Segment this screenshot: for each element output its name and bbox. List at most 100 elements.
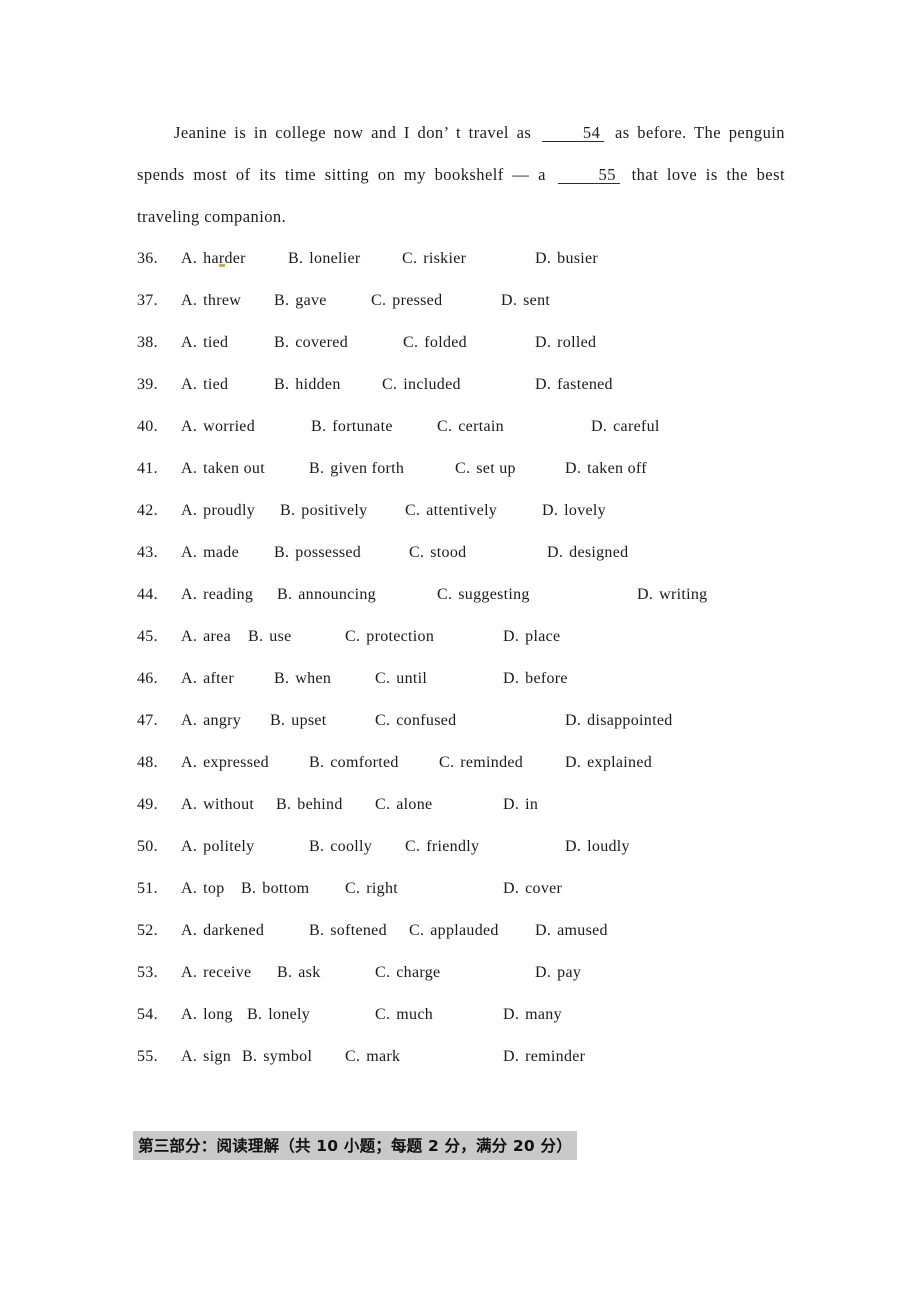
option-choice[interactable]: B. fortunate: [311, 406, 393, 448]
option-choice[interactable]: C. alone: [375, 784, 432, 826]
option-choice[interactable]: C. protection: [345, 616, 434, 658]
option-text: area: [203, 628, 231, 645]
option-choice[interactable]: C. until: [375, 658, 427, 700]
option-choice[interactable]: C. much: [375, 994, 433, 1036]
option-choice[interactable]: B. hidden: [274, 364, 341, 406]
option-choice[interactable]: C. stood: [409, 532, 466, 574]
option-choice[interactable]: C. attentively: [405, 490, 497, 532]
option-choice[interactable]: A. expressed: [181, 742, 269, 784]
option-text: gave: [295, 292, 327, 309]
section-three-heading: 第三部分：阅读理解（共 10 小题；每题 2 分，满分 20 分）: [133, 1131, 577, 1160]
option-text: ask: [298, 964, 321, 981]
option-choice[interactable]: C. certain: [437, 406, 504, 448]
option-text: hidden: [295, 376, 341, 393]
option-choice[interactable]: B. positively: [280, 490, 367, 532]
option-choice[interactable]: C. confused: [375, 700, 456, 742]
question-number: 46.: [137, 670, 158, 687]
option-label: C.: [382, 376, 398, 393]
option-choice[interactable]: C. riskier: [402, 238, 466, 280]
option-choice[interactable]: B. upset: [270, 700, 327, 742]
question-number: 50.: [137, 838, 158, 855]
option-choice[interactable]: C. applauded: [409, 910, 499, 952]
question-row: 54. A. long B. lonely C. much D. many: [137, 994, 837, 1036]
option-choice[interactable]: D. writing: [637, 574, 707, 616]
option-choice[interactable]: A. politely: [181, 826, 254, 868]
option-choice[interactable]: A. after: [181, 658, 234, 700]
option-choice[interactable]: A. harder: [181, 238, 246, 280]
option-choice[interactable]: C. reminded: [439, 742, 523, 784]
option-choice[interactable]: D. busier: [535, 238, 598, 280]
option-choice[interactable]: C. pressed: [371, 280, 442, 322]
option-choice[interactable]: C. charge: [375, 952, 440, 994]
option-label: C.: [375, 712, 391, 729]
option-choice[interactable]: A. taken out: [181, 448, 265, 490]
option-choice[interactable]: B. comforted: [309, 742, 399, 784]
option-label: D.: [565, 754, 582, 771]
option-text: taken out: [203, 460, 265, 477]
option-choice[interactable]: C. friendly: [405, 826, 479, 868]
option-choice[interactable]: D. taken off: [565, 448, 647, 490]
option-choice[interactable]: D. loudly: [565, 826, 630, 868]
option-choice[interactable]: B. given forth: [309, 448, 404, 490]
question-number: 38.: [137, 334, 158, 351]
option-choice[interactable]: D. place: [503, 616, 560, 658]
option-choice[interactable]: A. without: [181, 784, 254, 826]
option-choice[interactable]: A. tied: [181, 364, 228, 406]
option-choice[interactable]: A. worried: [181, 406, 255, 448]
option-label: A.: [181, 880, 198, 897]
option-choice[interactable]: B. covered: [274, 322, 348, 364]
option-choice[interactable]: D. careful: [591, 406, 660, 448]
option-choice[interactable]: B. when: [274, 658, 331, 700]
option-choice[interactable]: B. lonelier: [288, 238, 361, 280]
option-choice[interactable]: D. disappointed: [565, 700, 673, 742]
option-choice[interactable]: B. use: [248, 616, 292, 658]
option-choice[interactable]: D. cover: [503, 868, 562, 910]
option-choice[interactable]: D. lovely: [542, 490, 606, 532]
option-choice[interactable]: D. in: [503, 784, 538, 826]
option-choice[interactable]: A. tied: [181, 322, 228, 364]
option-choice[interactable]: C. right: [345, 868, 398, 910]
option-choice[interactable]: B. lonely: [247, 994, 310, 1036]
option-choice[interactable]: B. gave: [274, 280, 327, 322]
option-choice[interactable]: D. designed: [547, 532, 628, 574]
option-label: A.: [181, 838, 198, 855]
option-choice[interactable]: C. mark: [345, 1036, 400, 1078]
option-choice[interactable]: B. softened: [309, 910, 387, 952]
option-choice[interactable]: B. ask: [277, 952, 321, 994]
option-choice[interactable]: A. angry: [181, 700, 241, 742]
option-choice[interactable]: D. rolled: [535, 322, 596, 364]
option-choice[interactable]: C. suggesting: [437, 574, 530, 616]
option-choice[interactable]: D. fastened: [535, 364, 613, 406]
option-choice[interactable]: C. folded: [403, 322, 467, 364]
option-choice[interactable]: D. many: [503, 994, 562, 1036]
option-label: B.: [274, 334, 290, 351]
option-choice[interactable]: B. coolly: [309, 826, 372, 868]
option-choice[interactable]: A. receive: [181, 952, 251, 994]
option-choice[interactable]: D. pay: [535, 952, 581, 994]
option-choice[interactable]: D. before: [503, 658, 568, 700]
option-choice[interactable]: A. area: [181, 616, 231, 658]
option-choice[interactable]: D. explained: [565, 742, 652, 784]
option-choice[interactable]: A. reading: [181, 574, 253, 616]
option-choice[interactable]: B. behind: [276, 784, 343, 826]
option-choice[interactable]: C. set up: [455, 448, 516, 490]
option-choice[interactable]: B. possessed: [274, 532, 361, 574]
option-choice[interactable]: D. amused: [535, 910, 608, 952]
option-choice[interactable]: A. sign: [181, 1036, 231, 1078]
option-choice[interactable]: A. proudly: [181, 490, 255, 532]
option-choice[interactable]: A. top: [181, 868, 225, 910]
option-label: A.: [181, 628, 198, 645]
option-label: A.: [181, 922, 198, 939]
option-choice[interactable]: C. included: [382, 364, 461, 406]
question-row: 44. A. reading B. announcing C. suggesting D. wr…: [137, 574, 837, 616]
option-label: B.: [270, 712, 286, 729]
option-choice[interactable]: A. long: [181, 994, 233, 1036]
option-choice[interactable]: A. made: [181, 532, 239, 574]
option-choice[interactable]: B. announcing: [277, 574, 376, 616]
option-choice[interactable]: B. bottom: [241, 868, 309, 910]
option-choice[interactable]: A. darkened: [181, 910, 264, 952]
option-choice[interactable]: B. symbol: [242, 1036, 312, 1078]
option-choice[interactable]: D. sent: [501, 280, 550, 322]
option-choice[interactable]: D. reminder: [503, 1036, 585, 1078]
option-choice[interactable]: A. threw: [181, 280, 241, 322]
